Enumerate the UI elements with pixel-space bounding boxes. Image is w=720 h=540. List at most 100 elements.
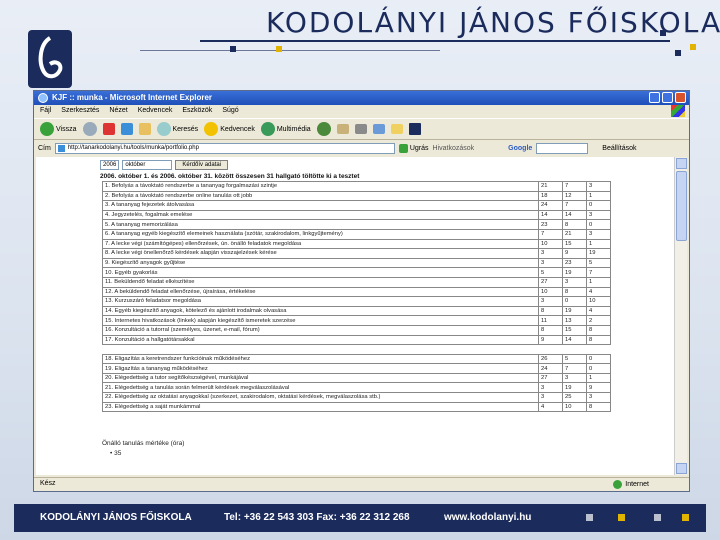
count-cell: 3 (538, 257, 563, 269)
month-select[interactable]: október (122, 160, 173, 170)
count-cell: 7 (586, 267, 611, 278)
home-icon[interactable] (138, 123, 151, 135)
count-cell: 12 (562, 190, 587, 202)
h-icon[interactable] (408, 123, 421, 135)
count-cell: 10 (538, 238, 563, 250)
slide-footer: KODOLÁNYI JÁNOS FŐISKOLA Tel: +36 22 543… (14, 504, 706, 532)
favorites-button[interactable]: Kedvencek (204, 122, 255, 136)
count-cell: 10 (538, 286, 563, 298)
table-row: 16. Konzultáció a tutorral (személyes, ü… (102, 324, 611, 336)
go-button[interactable]: Ugrás (398, 143, 429, 153)
count-cell: 4 (538, 401, 563, 413)
count-cell: 7 (538, 228, 563, 240)
mail-icon[interactable] (336, 124, 349, 134)
search-icon (156, 122, 171, 136)
question-cell: 1. Befolyás a távoktató rendszerbe a tan… (102, 181, 539, 192)
question-cell: 17. Konzultáció a hallgatótársakkal (102, 334, 539, 346)
question-cell: 7. A lecke végi (számítógépes) ellenőrzé… (102, 238, 539, 250)
search-label: Keresés (172, 125, 199, 133)
table-row: 3. A tananyag fejezetek átolvasása 24 7 0 (102, 200, 611, 211)
minimize-button[interactable] (649, 92, 660, 103)
count-cell: 23 (538, 219, 563, 230)
zone-label: Internet (625, 481, 649, 488)
close-button[interactable] (675, 92, 686, 103)
table-row: 8. A lecke végi önellenőrző kérdések ala… (102, 248, 611, 259)
scroll-down-button[interactable] (676, 463, 687, 474)
menu-favorites[interactable]: Kedvencek (138, 107, 173, 117)
question-cell: 22. Elégedettség az oktatási anyagokkal … (102, 392, 539, 403)
decor-square (618, 514, 625, 521)
history-icon[interactable] (316, 122, 331, 136)
count-cell: 3 (562, 372, 587, 384)
forward-arrow-icon[interactable] (82, 122, 97, 136)
count-cell: 7 (562, 363, 587, 374)
menu-tools[interactable]: Eszközök (182, 107, 212, 117)
scroll-up-button[interactable] (676, 158, 687, 169)
footer-name: KODOLÁNYI JÁNOS FŐISKOLA (40, 512, 192, 523)
table-row: 2. Befolyás a távoktató rendszerbe onlin… (102, 190, 611, 202)
search-button[interactable]: Keresés (156, 122, 199, 136)
print-icon[interactable] (354, 124, 367, 134)
table-row: 17. Konzultáció a hallgatótársakkal 9 14 8 (102, 334, 611, 346)
count-cell: 9 (538, 334, 563, 346)
scroll-thumb[interactable] (676, 171, 687, 241)
question-cell: 6. A tananyag egyéb kiegészítő elemeinek… (102, 228, 539, 240)
count-cell: 27 (538, 276, 563, 288)
internet-explorer-icon (38, 93, 48, 103)
decor-square (654, 514, 661, 521)
count-cell: 4 (586, 286, 611, 298)
decor-square (675, 50, 681, 56)
count-cell: 19 (586, 248, 611, 259)
count-cell: 25 (562, 392, 587, 403)
table-row: 15. Internetes hivatkozások (linkek) ala… (102, 315, 611, 326)
status-bar: Kész Internet (34, 477, 689, 491)
links-label[interactable]: Hivatkozások (433, 145, 475, 152)
back-label: Vissza (56, 125, 77, 133)
count-cell: 5 (586, 257, 611, 269)
back-button[interactable]: Vissza (40, 122, 77, 136)
count-cell: 10 (562, 401, 587, 413)
table-row: 14. Egyéb kiegészítő anyagok, kötelező é… (102, 305, 611, 317)
table-row: 9. Kiegészítő anyagok gyűjtése 3 23 5 (102, 257, 611, 269)
google-search-input[interactable] (536, 142, 589, 154)
menu-view[interactable]: Nézet (109, 107, 127, 117)
folder-icon[interactable] (390, 124, 403, 134)
refresh-icon[interactable] (120, 123, 133, 135)
maximize-button[interactable] (662, 92, 673, 103)
question-cell: 9. Kiegészítő anyagok gyűjtése (102, 257, 539, 269)
menu-file[interactable]: Fájl (40, 107, 51, 117)
menu-help[interactable]: Súgó (222, 107, 238, 117)
menu-bar: Fájl Szerkesztés Nézet Kedvencek Eszközö… (34, 105, 689, 117)
go-label: Ugrás (409, 144, 429, 152)
submit-button[interactable]: Kérdőív adatai (175, 160, 229, 170)
self-study-section: Önálló tanulás mértéke (óra) • 35 (102, 440, 184, 457)
question-cell: 21. Elégedettség a tanulás során felmerü… (102, 382, 539, 394)
table-row: 10. Egyéb gyakorlás 5 19 7 (102, 267, 611, 278)
address-input[interactable]: http://tanarkodolanyi.hu/tools/munka/por… (54, 142, 395, 154)
vertical-scrollbar[interactable] (674, 157, 687, 475)
year-select[interactable]: 2006 (100, 160, 120, 170)
star-icon (204, 122, 219, 136)
table-row: 20. Elégedettség a tutor segítőkészségév… (102, 372, 611, 384)
settings-label[interactable]: Beállítások (602, 145, 636, 152)
back-arrow-icon (40, 122, 54, 136)
title-divider-secondary (140, 50, 440, 51)
count-cell: 24 (538, 363, 563, 374)
decor-square (276, 46, 282, 52)
favorites-label: Kedvencek (220, 125, 255, 133)
count-cell: 1 (586, 190, 611, 202)
table-row: 13. Kurzuszáró feladatsor megoldása 3 0 10 (102, 296, 611, 307)
table-row: 7. A lecke végi (számítógépes) ellenőrzé… (102, 238, 611, 250)
question-cell: 2. Befolyás a távoktató rendszerbe onlin… (102, 190, 539, 202)
page-content: 2006 október Kérdőív adatai 2006. októbe… (36, 157, 674, 475)
count-cell: 19 (562, 267, 587, 278)
self-study-label: Önálló tanulás mértéke (óra) (102, 440, 185, 447)
edit-icon[interactable] (372, 124, 385, 134)
menu-edit[interactable]: Szerkesztés (61, 107, 99, 117)
count-cell: 5 (562, 353, 587, 365)
stop-icon[interactable] (102, 123, 115, 135)
count-cell: 0 (562, 296, 587, 307)
status-text: Kész (40, 480, 56, 487)
question-cell: 23. Elégedettség a saját munkámmal (102, 401, 539, 413)
media-button[interactable]: Multimédia (260, 122, 311, 136)
